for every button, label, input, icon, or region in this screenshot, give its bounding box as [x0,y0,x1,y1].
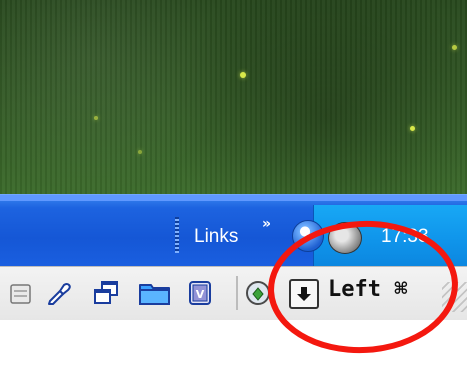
windows-stack-icon[interactable] [92,279,120,307]
eyedropper-icon[interactable] [44,279,72,307]
flower-decoration [94,116,98,120]
svg-text:V: V [196,288,205,301]
flower-decoration [410,126,415,131]
screenshot-frame: Links » 17:33 V Left ⌘ [0,0,467,365]
links-overflow-chevron-icon[interactable]: » [262,216,271,232]
desktop-wallpaper [0,0,467,194]
taskbar-top-highlight [0,195,467,201]
links-toolbar-label[interactable]: Links [194,226,238,248]
toolbar-grip[interactable] [175,217,179,253]
virtual-machine-icon[interactable]: V [186,279,214,307]
flower-decoration [452,45,457,50]
folder-icon[interactable] [138,279,172,307]
flower-decoration [138,150,142,154]
flower-decoration [240,72,246,78]
document-icon[interactable] [10,279,32,307]
toolbar-separator [236,276,238,310]
